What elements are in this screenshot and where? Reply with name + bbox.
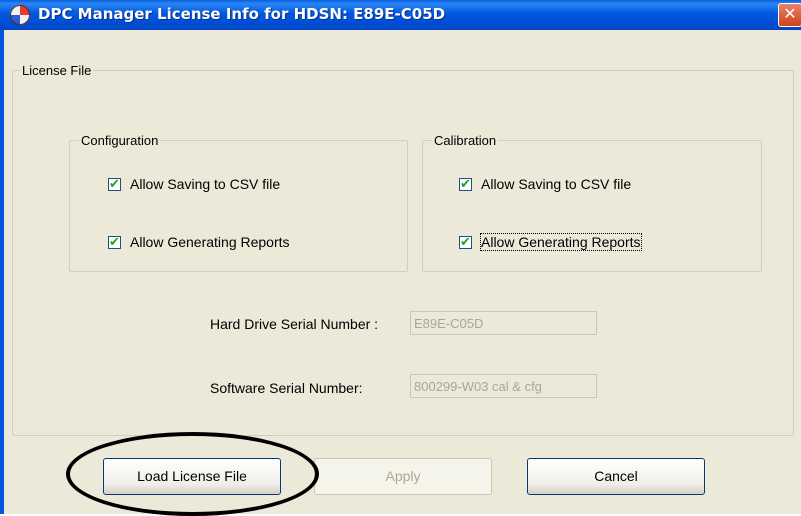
calib-allow-reports-label: Allow Generating Reports <box>480 233 642 251</box>
check-mark-icon: ✔ <box>109 176 120 191</box>
apply-button[interactable]: Apply <box>314 458 492 495</box>
checkbox-box[interactable]: ✔ <box>108 176 121 191</box>
license-info-dialog: DPC Manager License Info for HDSN: E89E-… <box>0 0 801 514</box>
title-bar[interactable]: DPC Manager License Info for HDSN: E89E-… <box>0 0 801 30</box>
app-icon <box>10 5 30 25</box>
config-allow-csv-label: Allow Saving to CSV file <box>130 176 281 192</box>
window-border <box>0 30 4 514</box>
configuration-legend: Configuration <box>81 133 159 148</box>
close-button[interactable]: ✕ <box>778 3 801 27</box>
hard-drive-serial-field[interactable] <box>410 311 597 335</box>
check-mark-icon: ✔ <box>109 234 120 249</box>
window-title: DPC Manager License Info for HDSN: E89E-… <box>38 5 446 23</box>
calibration-group: Calibration <box>422 133 762 272</box>
license-file-legend: License File <box>22 63 92 78</box>
calib-allow-csv-label: Allow Saving to CSV file <box>481 176 632 192</box>
load-license-file-button[interactable]: Load License File <box>103 458 281 495</box>
checkbox-box[interactable]: ✔ <box>108 234 121 249</box>
check-mark-icon: ✔ <box>460 176 471 191</box>
cancel-button[interactable]: Cancel <box>527 458 705 495</box>
check-mark-icon: ✔ <box>460 234 471 249</box>
config-allow-reports-label: Allow Generating Reports <box>130 234 290 250</box>
hard-drive-serial-label: Hard Drive Serial Number : <box>210 316 379 332</box>
checkbox-box[interactable]: ✔ <box>459 176 472 191</box>
software-serial-field[interactable] <box>410 374 597 398</box>
software-serial-label: Software Serial Number: <box>210 380 363 396</box>
configuration-group: Configuration <box>69 133 408 272</box>
calibration-legend: Calibration <box>434 133 497 148</box>
checkbox-box[interactable]: ✔ <box>459 234 472 249</box>
